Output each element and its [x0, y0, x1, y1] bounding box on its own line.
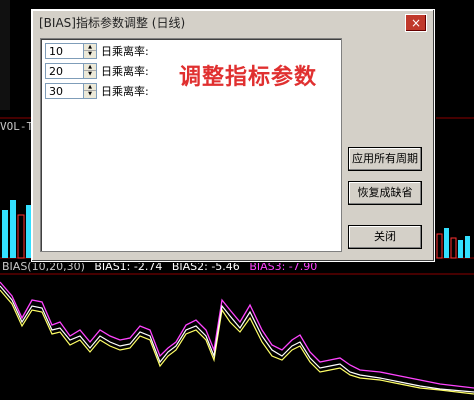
- spin-down-icon[interactable]: ▼: [84, 51, 96, 58]
- close-icon[interactable]: ×: [405, 14, 427, 32]
- volume-bar: [10, 200, 16, 258]
- chart-area: [0, 0, 10, 110]
- param-row-3: ▲ ▼ 日乘离率:: [45, 83, 149, 99]
- param-1-stepper: ▲ ▼: [45, 43, 97, 59]
- dialog-title: [BIAS]指标参数调整 (日线): [39, 16, 186, 30]
- volume-label: VOL-T: [0, 120, 34, 133]
- volume-bar: [444, 228, 449, 258]
- param-3-spin-buttons: ▲ ▼: [83, 84, 96, 98]
- restore-default-button[interactable]: 恢复成缺省: [348, 181, 422, 205]
- param-1-spin-buttons: ▲ ▼: [83, 44, 96, 58]
- parameter-dialog: [BIAS]指标参数调整 (日线) × ▲ ▼ 日乘离率: ▲ ▼ 日乘离率:: [31, 9, 435, 262]
- param-2-input[interactable]: [47, 64, 85, 78]
- volume-bar: [458, 240, 463, 258]
- param-2-label: 日乘离率:: [101, 65, 149, 78]
- param-1-label: 日乘离率:: [101, 45, 149, 58]
- param-2-stepper: ▲ ▼: [45, 63, 97, 79]
- spin-down-icon[interactable]: ▼: [84, 71, 96, 78]
- annotation-caption: 调整指标参数: [179, 65, 318, 90]
- volume-bar: [465, 236, 470, 258]
- param-2-spin-buttons: ▲ ▼: [83, 64, 96, 78]
- param-row-1: ▲ ▼ 日乘离率:: [45, 43, 149, 59]
- params-panel: ▲ ▼ 日乘离率: ▲ ▼ 日乘离率: ▲ ▼: [40, 38, 342, 252]
- close-button[interactable]: 关闭: [348, 225, 422, 249]
- param-row-2: ▲ ▼ 日乘离率:: [45, 63, 149, 79]
- spin-down-icon[interactable]: ▼: [84, 91, 96, 98]
- dialog-titlebar[interactable]: [BIAS]指标参数调整 (日线) ×: [35, 13, 429, 32]
- param-3-input[interactable]: [47, 84, 85, 98]
- spin-up-icon[interactable]: ▲: [84, 44, 96, 51]
- param-3-label: 日乘离率:: [101, 85, 149, 98]
- spin-up-icon[interactable]: ▲: [84, 84, 96, 91]
- apply-all-periods-button[interactable]: 应用所有周期: [348, 147, 422, 171]
- volume-bar: [2, 210, 8, 258]
- param-1-input[interactable]: [47, 44, 85, 58]
- param-3-stepper: ▲ ▼: [45, 83, 97, 99]
- spin-up-icon[interactable]: ▲: [84, 64, 96, 71]
